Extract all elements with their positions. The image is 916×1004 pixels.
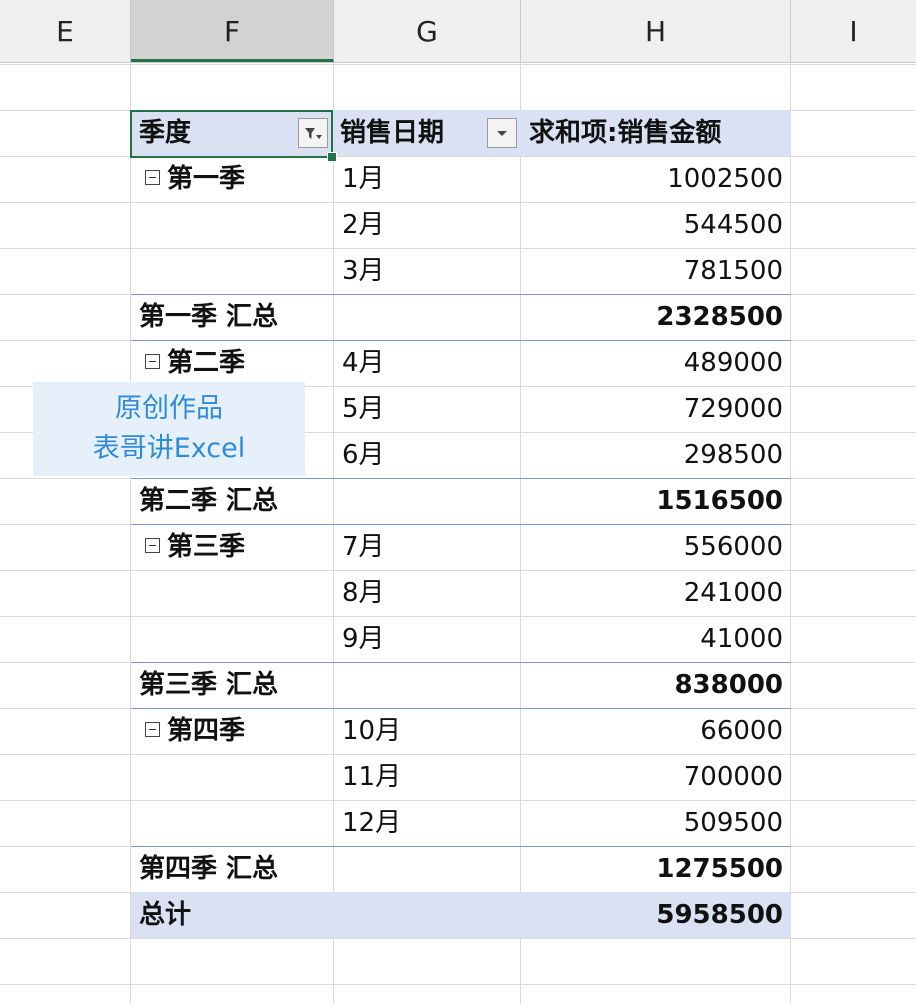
amount-cell[interactable]: 544500 [521,202,791,248]
subtotal-amount[interactable]: 838000 [521,662,791,708]
amount-cell-text: 544500 [683,210,783,240]
month-cell[interactable]: 2月 [334,202,521,248]
subtotal-amount[interactable]: 1275500 [521,846,791,892]
column-header-g[interactable]: G [334,0,521,62]
month-cell-text: 5月 [342,394,385,424]
collapse-minus-icon[interactable] [145,354,160,369]
dropdown-arrow-icon[interactable] [487,118,517,148]
subtotal-amount[interactable]: 1516500 [521,478,791,524]
watermark-line-2: 表哥讲Excel [92,433,246,464]
amount-cell-text: 509500 [683,808,783,838]
pivot-value-field-header-text: 求和项:销售金额 [529,118,722,148]
quarter-label[interactable]: 第三季 [131,524,334,570]
subtotal-label[interactable]: 第四季 汇总 [131,846,334,892]
amount-cell-text: 41000 [700,624,783,654]
subtotal-amount-text: 2328500 [656,302,783,332]
month-cell[interactable]: 3月 [334,248,521,294]
month-cell[interactable]: 7月 [334,524,521,570]
amount-cell[interactable]: 298500 [521,432,791,478]
month-cell[interactable]: 4月 [334,340,521,386]
collapse-minus-icon[interactable] [145,538,160,553]
quarter-label-text: 第四季 [167,716,246,746]
month-cell-text: 8月 [342,578,385,608]
subtotal-label[interactable]: 第三季 汇总 [131,662,334,708]
month-cell[interactable]: 1月 [334,156,521,202]
column-header-h[interactable]: H [521,0,791,62]
subtotal-amount-text: 838000 [674,670,783,700]
subtotal-label-text: 第一季 汇总 [139,302,279,332]
amount-cell[interactable]: 509500 [521,800,791,846]
amount-cell[interactable]: 1002500 [521,156,791,202]
amount-cell-text: 241000 [683,578,783,608]
grand-total-label[interactable]: 总计 [131,892,334,938]
collapse-minus-icon[interactable] [145,170,160,185]
subtotal-label[interactable]: 第一季 汇总 [131,294,334,340]
column-header-e[interactable]: E [0,0,131,62]
month-cell-text: 1月 [342,164,385,194]
quarter-label[interactable]: 第二季 [131,340,334,386]
collapse-minus-icon[interactable] [145,722,160,737]
watermark-label: 原创作品 表哥讲Excel [33,382,305,476]
quarter-label-text: 第三季 [167,532,246,562]
subtotal-label-text: 第四季 汇总 [139,854,279,884]
month-cell[interactable]: 9月 [334,616,521,662]
subtotal-amount-text: 1275500 [656,854,783,884]
active-cell-border [130,110,333,158]
amount-cell[interactable]: 700000 [521,754,791,800]
amount-cell-text: 489000 [683,348,783,378]
month-cell[interactable]: 6月 [334,432,521,478]
amount-cell-text: 700000 [683,762,783,792]
month-cell-text: 2月 [342,210,385,240]
subtotal-label[interactable]: 第二季 汇总 [131,478,334,524]
grid-row-line [0,64,916,65]
grand-total-label-text: 总计 [139,900,192,930]
column-header-f[interactable]: F [131,0,334,62]
amount-cell[interactable]: 556000 [521,524,791,570]
amount-cell[interactable]: 729000 [521,386,791,432]
amount-cell[interactable]: 489000 [521,340,791,386]
grid-row-line [0,938,916,939]
month-cell[interactable]: 8月 [334,570,521,616]
pivot-date-field-header-text: 销售日期 [340,118,445,148]
amount-cell-text: 729000 [683,394,783,424]
month-cell-text: 3月 [342,256,385,286]
month-cell-text: 7月 [342,532,385,562]
subtotal-label-text: 第二季 汇总 [139,486,279,516]
grid-row-line [0,984,916,985]
quarter-label-text: 第一季 [167,164,246,194]
column-header-i[interactable]: I [791,0,916,62]
quarter-label-text: 第二季 [167,348,246,378]
grand-total-amount-text: 5958500 [656,900,783,930]
month-cell-text: 6月 [342,440,385,470]
month-cell[interactable]: 12月 [334,800,521,846]
month-cell-text: 11月 [342,762,402,792]
subtotal-amount[interactable]: 2328500 [521,294,791,340]
month-cell-text: 9月 [342,624,385,654]
column-header-bar: E F G H I [0,0,916,63]
subtotal-amount-text: 1516500 [656,486,783,516]
amount-cell[interactable]: 41000 [521,616,791,662]
subtotal-label-text: 第三季 汇总 [139,670,279,700]
amount-cell-text: 298500 [683,440,783,470]
month-cell[interactable]: 11月 [334,754,521,800]
month-cell[interactable]: 5月 [334,386,521,432]
amount-cell-text: 66000 [700,716,783,746]
month-cell[interactable]: 10月 [334,708,521,754]
pivot-value-field-header[interactable]: 求和项:销售金额 [521,110,791,156]
quarter-label[interactable]: 第一季 [131,156,334,202]
amount-cell[interactable]: 66000 [521,708,791,754]
amount-cell[interactable]: 241000 [521,570,791,616]
amount-cell-text: 1002500 [667,164,783,194]
month-cell-text: 10月 [342,716,402,746]
month-cell-text: 12月 [342,808,402,838]
amount-cell[interactable]: 781500 [521,248,791,294]
quarter-label[interactable]: 第四季 [131,708,334,754]
amount-cell-text: 781500 [683,256,783,286]
watermark-line-1: 原创作品 [115,393,223,424]
grand-total-amount[interactable]: 5958500 [521,892,791,938]
amount-cell-text: 556000 [683,532,783,562]
fill-handle[interactable] [327,152,337,162]
month-cell-text: 4月 [342,348,385,378]
